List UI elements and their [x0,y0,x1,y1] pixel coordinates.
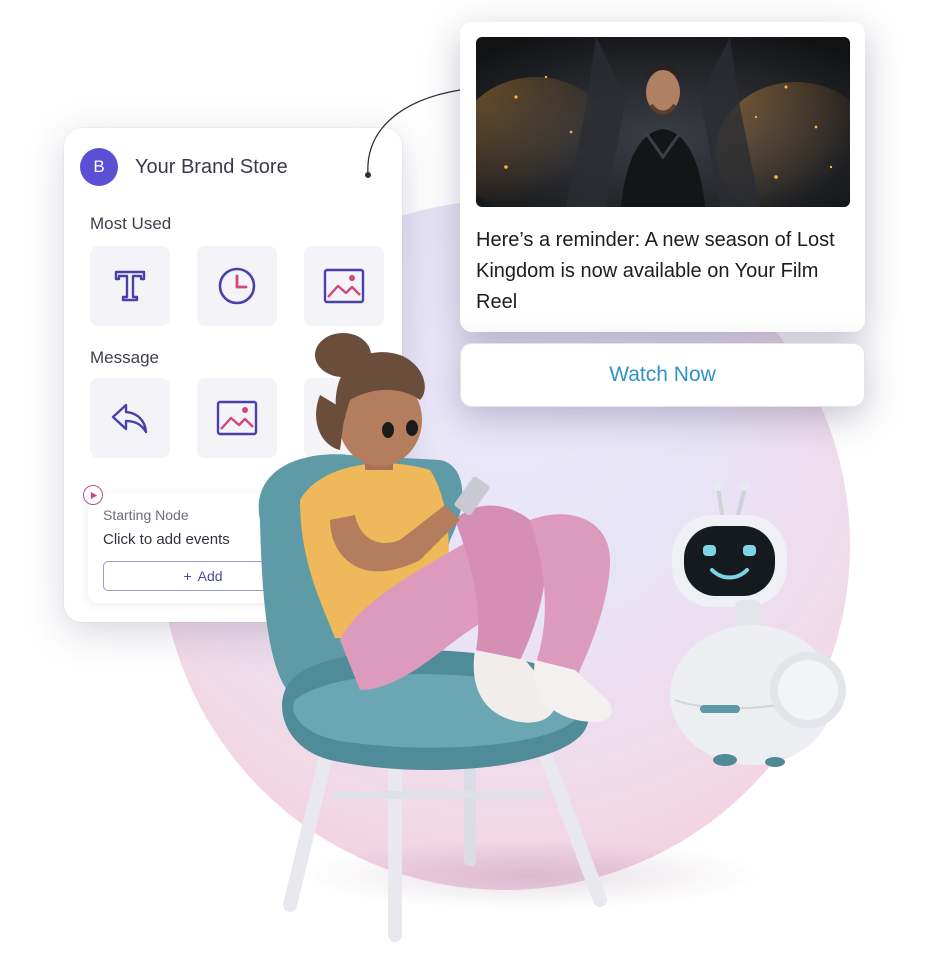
image-icon [323,268,365,304]
section-label-most-used: Most Used [90,214,172,233]
play-icon [83,485,103,505]
text-tile[interactable] [90,246,170,326]
reply-icon [111,403,148,434]
node-title: Starting Node [103,507,189,523]
add-event-button[interactable]: + Add [103,561,303,591]
store-name: Your Brand Store [135,155,288,178]
watch-now-button[interactable]: Watch Now [460,343,865,407]
section-label-message: Message [90,348,159,367]
clock-icon [218,267,256,305]
node-description: Click to add events [103,531,230,548]
avatar: B [80,148,118,186]
image-message-tile[interactable] [197,378,277,458]
delay-tile[interactable] [197,246,277,326]
extra-tile[interactable] [304,378,384,458]
bot-builder-panel: B Your Brand Store Most Used Message Sta… [64,128,402,622]
text-icon [114,270,146,302]
starting-node-card[interactable]: Starting Node Click to add events + Add [88,493,402,603]
notification-text: Here’s a reminder: A new season of Lost … [476,229,835,313]
floor-shadow [300,840,760,910]
connector-line [365,89,461,178]
notification-card: Here’s a reminder: A new season of Lost … [460,22,865,332]
builder-header: B Your Brand Store [80,148,288,186]
image-tile[interactable] [304,246,384,326]
image-icon [216,400,258,436]
add-label: Add [197,568,223,584]
reply-tile[interactable] [90,378,170,458]
movie-poster-image [476,37,850,207]
plus-icon: + [183,568,192,584]
